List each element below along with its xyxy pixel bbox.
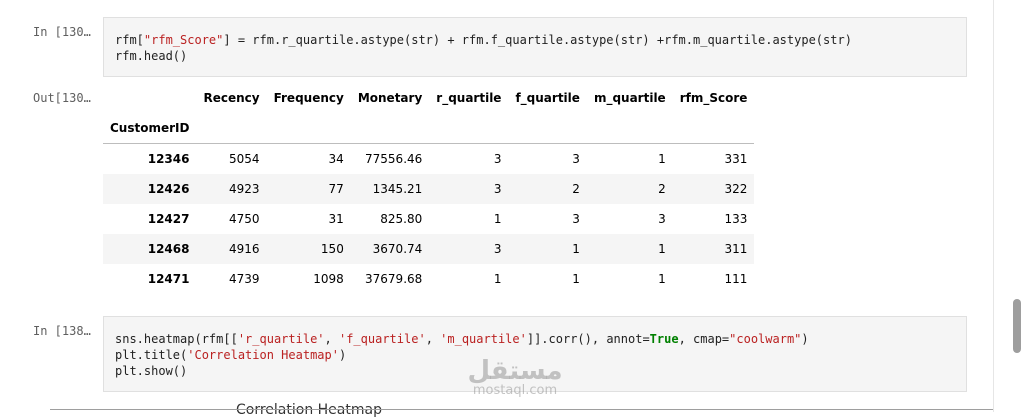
watermark-latin: mostaql.com (472, 383, 558, 398)
table-cell: 3 (658, 212, 666, 226)
table-cell: 311 (724, 242, 748, 256)
notebook: In [130… rfm["rfm_Score"] = rfm.r_quarti… (0, 0, 993, 418)
table-cell: 77 (328, 182, 344, 196)
code-token: 'r_quartile' (237, 332, 325, 346)
code-token: rfm.head() (115, 49, 188, 63)
table-row: 12426 4923 77 1345.21 3 2 2 322 (103, 174, 755, 204)
table-header-row: Recency Frequency Monetary r_quartile f_… (103, 83, 754, 113)
table-row: 12471 4739 1098 37679.68 1 1 1 111 (103, 264, 754, 294)
table-cell: 1 (658, 152, 666, 166)
empty-header (350, 113, 430, 144)
column-header: m_quartile (593, 91, 666, 105)
heatmap-title-partial: Correlation Heatmap (236, 402, 382, 418)
empty-header (266, 113, 351, 144)
table-cell: 3 (572, 212, 580, 226)
table-cell: 2 (658, 182, 666, 196)
code-token: ]].corr(), annot= (526, 332, 650, 346)
column-header: rfm_Score (679, 91, 748, 105)
code-token: 'm_quartile' (440, 332, 527, 346)
table-cell: 34 (328, 152, 344, 166)
code-line: rfm["rfm_Score"] = rfm.r_quartile.astype… (115, 32, 956, 48)
code-token: True (649, 332, 679, 346)
code-token: ] = rfm.r_quartile.astype(str) + rfm.f_q… (223, 33, 852, 47)
watermark: مستقل mostaql.com (455, 358, 575, 398)
table-cell: 4916 (229, 242, 260, 256)
column-header: Monetary (357, 91, 423, 105)
code-token: ) (801, 332, 809, 346)
table-cell: 1 (493, 272, 502, 286)
scrollbar-thumb[interactable] (1013, 299, 1021, 353)
empty-header (672, 113, 755, 144)
table-cell: 331 (724, 152, 748, 166)
table-cell: 4750 (229, 212, 260, 226)
code-token: plt.title( (115, 348, 188, 362)
watermark-arabic: مستقل (467, 356, 563, 386)
divider (50, 409, 993, 410)
table-cell: 1 (572, 242, 580, 256)
code-token: "coolwarm" (729, 332, 802, 346)
table-row: 12346 5054 34 77556.46 3 3 1 331 (103, 144, 754, 175)
table-cell: 77556.46 (365, 152, 423, 166)
table-cell: 4923 (229, 182, 260, 196)
code-line: sns.heatmap(rfm[['r_quartile', 'f_quarti… (115, 331, 956, 347)
code-token: ) (338, 348, 347, 362)
table-row: 12427 4750 31 825.80 1 3 3 133 (103, 204, 754, 234)
column-header: Recency (203, 91, 260, 105)
table-cell: 5054 (229, 152, 260, 166)
code-token: plt.show() (115, 364, 188, 378)
dataframe-output: Recency Frequency Monetary r_quartile f_… (103, 83, 755, 294)
code-token: , (425, 332, 441, 346)
input-prompt: In [130… (33, 25, 91, 39)
column-header: r_quartile (436, 91, 502, 105)
row-index: 12427 (147, 212, 190, 226)
code-token: rfm[ (115, 33, 144, 47)
code-token: 'f_quartile' (338, 332, 426, 346)
index-header-row: CustomerID (103, 113, 755, 144)
table-cell: 37679.68 (365, 272, 423, 286)
table-cell: 2 (572, 182, 580, 196)
row-index: 12468 (147, 242, 190, 256)
table-cell: 1 (658, 272, 666, 286)
output-prompt: Out[130… (33, 91, 91, 105)
table-cell: 3 (493, 242, 502, 256)
column-header: Frequency (273, 91, 344, 105)
table-cell: 3 (572, 152, 580, 166)
row-index: 12426 (147, 182, 190, 196)
table-corner (103, 83, 196, 113)
input-prompt: In [138… (33, 324, 91, 338)
empty-header (508, 113, 587, 144)
table-row: 12468 4916 150 3670.74 3 1 1 311 (103, 234, 755, 264)
table-cell: 322 (724, 182, 748, 196)
index-name: CustomerID (103, 113, 197, 144)
table-cell: 1345.21 (372, 182, 423, 196)
table-cell: 1098 (313, 272, 344, 286)
table-cell: 1 (658, 242, 666, 256)
code-token: 'Correlation Heatmap' (187, 348, 339, 362)
row-index: 12471 (147, 272, 190, 286)
code-token: sns.heatmap(rfm[[ (115, 332, 238, 346)
code-token: "rfm_Score" (143, 33, 224, 47)
code-token: , (324, 332, 339, 346)
row-index: 12346 (147, 152, 190, 166)
table-cell: 825.80 (380, 212, 423, 226)
table-cell: 4739 (229, 272, 260, 286)
table-cell: 1 (572, 272, 580, 286)
column-header: f_quartile (515, 91, 580, 105)
table-cell: 3670.74 (372, 242, 423, 256)
table-cell: 150 (320, 242, 344, 256)
empty-header (429, 113, 509, 144)
code-token: , cmap= (678, 332, 730, 346)
table-cell: 31 (328, 212, 344, 226)
code-line: rfm.head() (115, 48, 956, 64)
empty-header (586, 113, 673, 144)
table-cell: 111 (724, 272, 748, 286)
code-cell-input[interactable]: rfm["rfm_Score"] = rfm.r_quartile.astype… (103, 17, 967, 77)
empty-header (196, 113, 267, 144)
table-cell: 133 (724, 212, 748, 226)
table-cell: 3 (493, 182, 502, 196)
table-cell: 1 (493, 212, 502, 226)
table-cell: 3 (493, 152, 502, 166)
